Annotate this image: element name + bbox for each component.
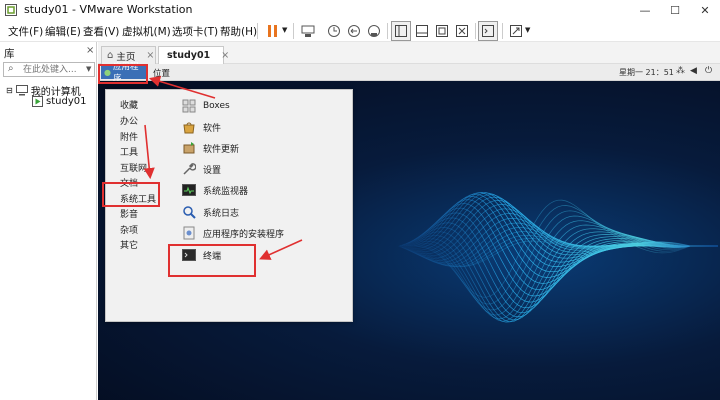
system-monitor-icon <box>182 184 196 196</box>
menu-vm[interactable]: 虚拟机(M) <box>122 24 171 39</box>
menu-tabs[interactable]: 选项卡(T) <box>172 24 218 39</box>
snapshot-manager-icon[interactable] <box>364 21 384 41</box>
wave-line <box>397 210 718 311</box>
app-label: 系统日志 <box>203 208 240 219</box>
applications-menu-button[interactable]: ● 应用程序 <box>101 62 146 84</box>
category-system-tools[interactable]: 系统工具 <box>120 192 156 205</box>
send-ctrl-alt-del-icon[interactable] <box>298 21 318 41</box>
power-icon[interactable]: ⏻ <box>705 66 712 76</box>
search-icon: ⌕ <box>8 63 14 74</box>
app-system-log[interactable]: 系统日志 <box>182 203 239 221</box>
places-menu[interactable]: 位置 <box>153 67 170 79</box>
app-label: 设置 <box>203 165 222 176</box>
computer-icon <box>15 85 28 96</box>
category-documents[interactable]: 文档 <box>120 176 138 189</box>
snapshot-icon[interactable] <box>324 21 344 41</box>
wave-line <box>397 191 718 263</box>
network-icon[interactable]: ⁂ <box>676 66 685 76</box>
software-icon <box>183 122 195 134</box>
revert-snapshot-icon[interactable] <box>344 21 364 41</box>
app-terminal[interactable]: 终端 <box>182 246 221 264</box>
app-software[interactable]: 软件 <box>182 118 221 136</box>
category-sundry[interactable]: 杂项 <box>120 223 138 236</box>
collapse-icon[interactable]: ⊟ <box>6 86 13 95</box>
boxes-icon <box>182 99 196 113</box>
vmware-app-icon <box>5 4 17 16</box>
library-search: ⌕ ▼ <box>3 62 95 77</box>
vm-running-icon <box>32 96 43 107</box>
app-label: 软件 <box>203 123 222 134</box>
menu-toolbar: 文件(F) 编辑(E) 查看(V) 虚拟机(M) 选项卡(T) 帮助(H) ▼ … <box>0 20 720 42</box>
vm-tab-bar: ⌂ 主页 × study01 × <box>98 42 720 64</box>
category-accessories[interactable]: 附件 <box>120 130 138 143</box>
gnome-top-bar: ● 应用程序 位置 星期一 21：51 ⁂ ◀ ⏻ <box>98 62 720 84</box>
maximize-button[interactable]: ☐ <box>660 0 690 20</box>
app-system-monitor[interactable]: 系统监视器 <box>182 181 248 199</box>
volume-icon[interactable]: ◀ <box>690 66 697 76</box>
wave-line <box>397 217 718 309</box>
tree-label: study01 <box>46 96 87 107</box>
tab-study01[interactable]: study01 × <box>158 46 229 64</box>
chevron-down-icon[interactable]: ▼ <box>282 26 287 34</box>
settings-icon <box>183 163 196 175</box>
menu-edit[interactable]: 编辑(E) <box>45 24 81 39</box>
category-internet[interactable]: 互联网 <box>120 161 147 174</box>
category-other[interactable]: 其它 <box>120 238 138 251</box>
gnome-foot-icon: ● <box>104 67 111 77</box>
pause-icon[interactable] <box>263 21 283 41</box>
category-audio-video[interactable]: 影音 <box>120 207 138 220</box>
stretch-guest-icon[interactable] <box>506 21 526 41</box>
window-title: study01 - VMware Workstation <box>24 3 193 16</box>
tab-label: study01 <box>167 50 211 61</box>
console-view-icon[interactable] <box>478 21 498 41</box>
menu-help[interactable]: 帮助(H) <box>220 24 257 39</box>
clock[interactable]: 星期一 21：51 <box>619 67 674 78</box>
wave-line <box>397 222 718 314</box>
menu-file[interactable]: 文件(F) <box>8 24 43 39</box>
app-label: 终端 <box>203 251 222 262</box>
library-panel: 库 × ⌕ ▼ ⊟ 我的计算机 study01 <box>0 42 97 400</box>
minimize-button[interactable]: — <box>630 0 660 20</box>
app-label: 软件更新 <box>203 144 240 155</box>
tab-close-button[interactable]: × <box>221 50 229 61</box>
menu-view[interactable]: 查看(V) <box>83 24 119 39</box>
library-close-button[interactable]: × <box>86 45 94 56</box>
tree-item-study01[interactable]: study01 <box>32 96 86 107</box>
applications-menu-popup: 收藏 办公 附件 工具 互联网 文档 系统工具 影音 杂项 其它 Boxes 软… <box>105 89 353 322</box>
chevron-down-icon[interactable]: ▼ <box>525 26 530 34</box>
app-software-update[interactable]: 软件更新 <box>182 139 239 157</box>
app-boxes[interactable]: Boxes <box>182 97 230 115</box>
app-settings[interactable]: 设置 <box>182 160 221 178</box>
chevron-down-icon[interactable]: ▼ <box>86 65 91 73</box>
installer-icon <box>183 226 195 240</box>
library-title: 库 <box>4 48 15 60</box>
app-label: 系统监视器 <box>203 186 249 197</box>
title-bar: study01 - VMware Workstation — ☐ ✕ <box>0 0 720 20</box>
tab-close-button[interactable]: × <box>146 50 154 61</box>
library-toggle-icon[interactable] <box>391 21 411 41</box>
library-search-input[interactable] <box>23 64 83 75</box>
unity-icon[interactable] <box>452 21 472 41</box>
category-tools[interactable]: 工具 <box>120 145 138 158</box>
full-screen-icon[interactable] <box>432 21 452 41</box>
app-label: 应用程序的安装程序 <box>203 229 285 240</box>
close-button[interactable]: ✕ <box>690 0 720 20</box>
app-label: Boxes <box>203 101 230 111</box>
category-office[interactable]: 办公 <box>120 114 138 127</box>
app-installer[interactable]: 应用程序的安装程序 <box>182 224 284 242</box>
software-update-icon <box>183 142 195 154</box>
system-log-icon <box>183 206 196 219</box>
thumbnail-bar-icon[interactable] <box>412 21 432 41</box>
terminal-icon <box>182 249 196 261</box>
category-favorites[interactable]: 收藏 <box>120 98 138 111</box>
